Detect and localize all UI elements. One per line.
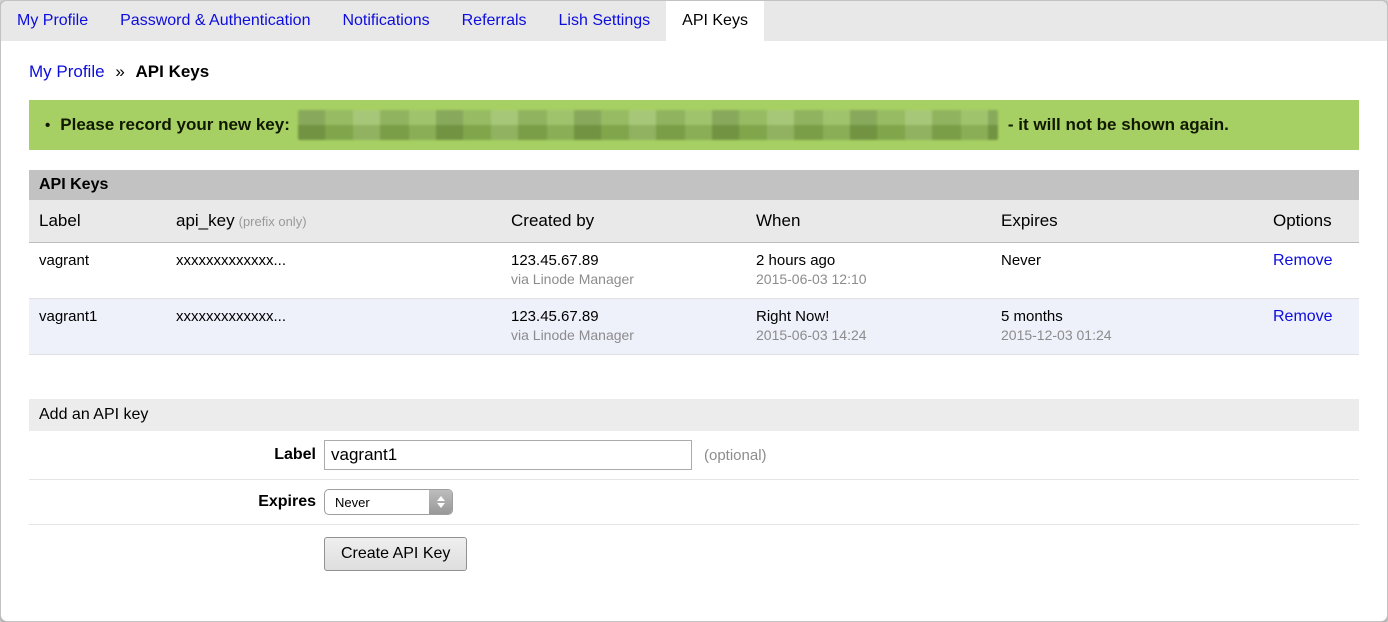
- profile-window: My Profile Password & Authentication Not…: [0, 0, 1388, 622]
- cell-api-key: xxxxxxxxxxxxx...: [166, 299, 501, 355]
- profile-tabbar: My Profile Password & Authentication Not…: [1, 1, 1387, 41]
- redacted-api-key-value: [298, 110, 998, 140]
- when-date: 2015-06-03 14:24: [756, 326, 981, 345]
- table-row: vagrant xxxxxxxxxxxxx... 123.45.67.89 vi…: [29, 243, 1359, 299]
- when-relative: Right Now!: [756, 307, 981, 326]
- column-header-api-key: api_key (prefix only): [166, 200, 501, 243]
- tab-api-keys[interactable]: API Keys: [666, 1, 764, 41]
- table-title: API Keys: [29, 170, 1359, 200]
- add-api-key-title: Add an API key: [29, 399, 1359, 431]
- banner-text-after: - it will not be shown again.: [1008, 115, 1229, 135]
- breadcrumb: My Profile » API Keys: [29, 62, 1359, 82]
- banner-text-before: Please record your new key:: [60, 115, 290, 135]
- column-header-created-by: Created by: [501, 200, 746, 243]
- expires-field-row: Expires Never: [29, 480, 1359, 525]
- when-date: 2015-06-03 12:10: [756, 270, 981, 289]
- new-key-banner: • Please record your new key: - it will …: [29, 100, 1359, 150]
- column-header-api-key-text: api_key: [176, 211, 235, 230]
- add-api-key-section: Add an API key Label (optional) Expires …: [29, 399, 1359, 571]
- expires-date: 2015-12-03 01:24: [1001, 326, 1253, 345]
- tab-lish-settings[interactable]: Lish Settings: [543, 1, 667, 41]
- column-header-expires: Expires: [991, 200, 1263, 243]
- create-api-key-button[interactable]: Create API Key: [324, 537, 467, 571]
- banner-bullet: •: [45, 117, 50, 134]
- table-title-row: API Keys: [29, 170, 1359, 200]
- tab-password-authentication[interactable]: Password & Authentication: [104, 1, 326, 41]
- column-header-label: Label: [29, 200, 166, 243]
- cell-label: vagrant: [29, 243, 166, 299]
- cell-expires: Never: [991, 243, 1263, 299]
- column-header-when: When: [746, 200, 991, 243]
- cell-api-key: xxxxxxxxxxxxx...: [166, 243, 501, 299]
- remove-key-link[interactable]: Remove: [1273, 252, 1333, 269]
- created-by-ip: 123.45.67.89: [511, 251, 736, 270]
- cell-when: Right Now! 2015-06-03 14:24: [746, 299, 991, 355]
- column-header-options: Options: [1263, 200, 1359, 243]
- chevron-down-icon: [437, 503, 445, 508]
- created-by-ip: 123.45.67.89: [511, 307, 736, 326]
- label-field-row: Label (optional): [29, 431, 1359, 480]
- tab-my-profile[interactable]: My Profile: [1, 1, 104, 41]
- table-header-row: Label api_key (prefix only) Created by Wh…: [29, 200, 1359, 243]
- remove-key-link[interactable]: Remove: [1273, 308, 1333, 325]
- expires-relative: Never: [1001, 251, 1253, 270]
- expires-select-value: Never: [325, 490, 429, 514]
- label-input[interactable]: [324, 440, 692, 470]
- select-stepper-icon: [429, 490, 452, 514]
- cell-label: vagrant1: [29, 299, 166, 355]
- cell-options: Remove: [1263, 299, 1359, 355]
- submit-row: Create API Key: [29, 525, 1359, 571]
- column-header-api-key-note: (prefix only): [239, 214, 307, 229]
- expires-field-label: Expires: [29, 493, 324, 511]
- table-row: vagrant1 xxxxxxxxxxxxx... 123.45.67.89 v…: [29, 299, 1359, 355]
- cell-options: Remove: [1263, 243, 1359, 299]
- chevron-up-icon: [437, 496, 445, 501]
- created-by-via: via Linode Manager: [511, 270, 736, 289]
- api-keys-table: API Keys Label api_key (prefix only) Crea…: [29, 170, 1359, 355]
- page-title: API Keys: [136, 62, 210, 81]
- breadcrumb-separator: »: [115, 62, 124, 81]
- cell-expires: 5 months 2015-12-03 01:24: [991, 299, 1263, 355]
- expires-select[interactable]: Never: [324, 489, 453, 515]
- cell-created-by: 123.45.67.89 via Linode Manager: [501, 243, 746, 299]
- when-relative: 2 hours ago: [756, 251, 981, 270]
- cell-created-by: 123.45.67.89 via Linode Manager: [501, 299, 746, 355]
- breadcrumb-my-profile-link[interactable]: My Profile: [29, 62, 105, 81]
- page-content: My Profile » API Keys • Please record yo…: [1, 62, 1387, 571]
- tab-referrals[interactable]: Referrals: [446, 1, 543, 41]
- expires-relative: 5 months: [1001, 307, 1253, 326]
- created-by-via: via Linode Manager: [511, 326, 736, 345]
- label-optional-hint: (optional): [704, 447, 767, 464]
- tab-notifications[interactable]: Notifications: [326, 1, 445, 41]
- cell-when: 2 hours ago 2015-06-03 12:10: [746, 243, 991, 299]
- label-field-label: Label: [29, 446, 324, 464]
